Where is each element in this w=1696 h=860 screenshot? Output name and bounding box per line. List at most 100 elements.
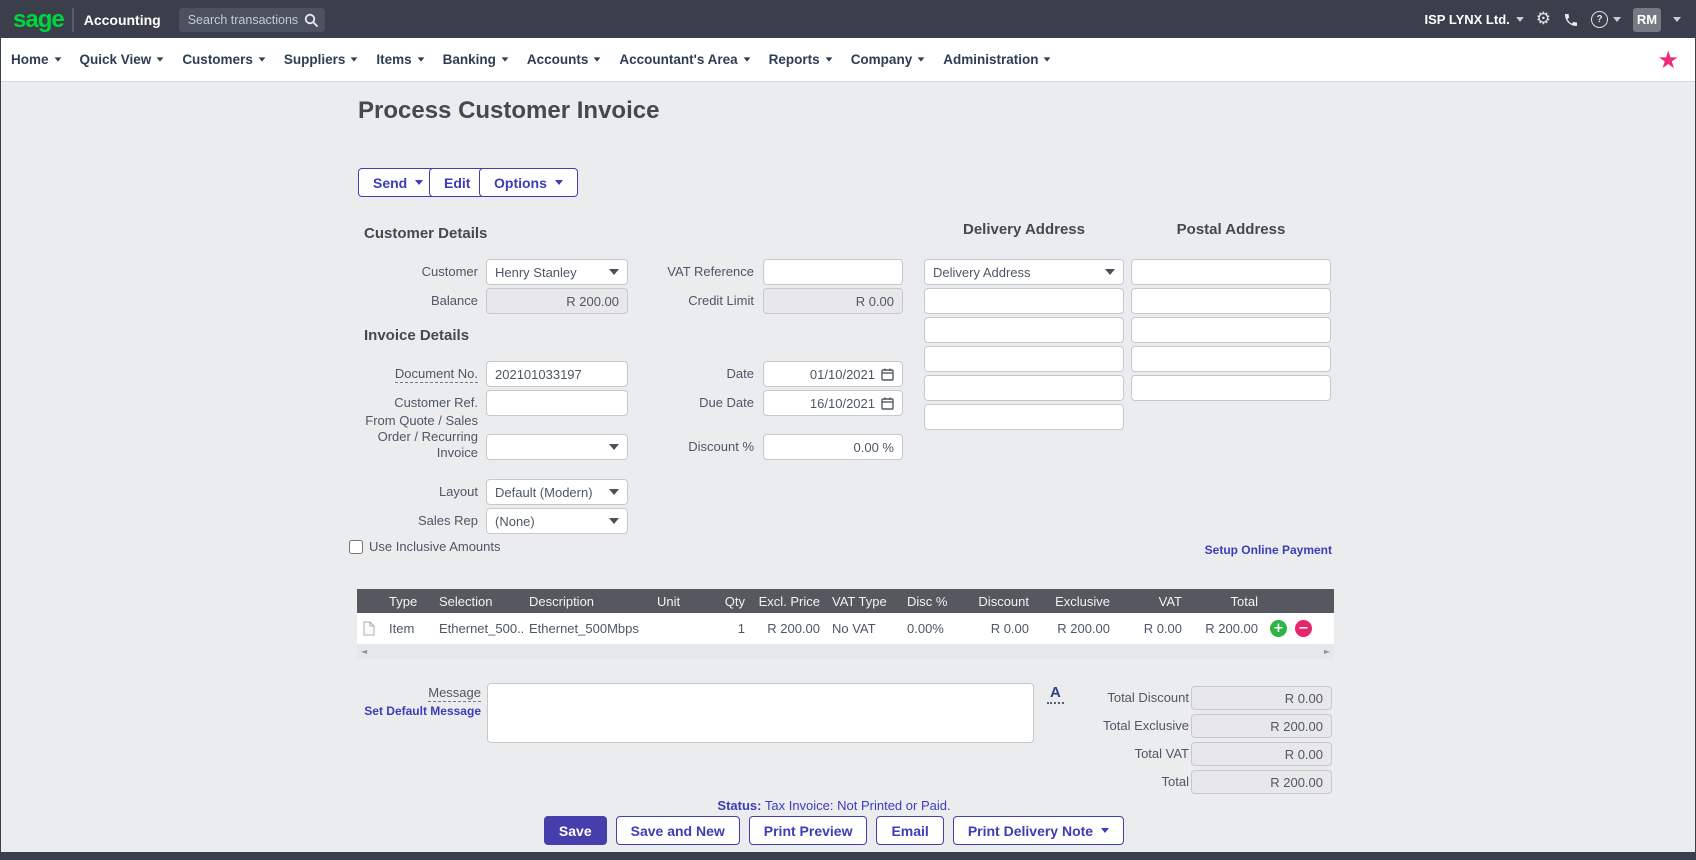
favorite-star-icon[interactable]: ★ [1657,48,1679,72]
document-no-field[interactable] [486,361,628,387]
options-button[interactable]: Options [479,168,578,197]
delivery-address-line-3-input[interactable] [933,351,1115,367]
sage-logo[interactable]: sage [13,6,65,34]
nav-item-banking[interactable]: Banking [443,52,509,67]
cell-disc-pct[interactable]: 0.00% [901,613,963,644]
cell-vat-type[interactable]: No VAT [826,613,901,644]
from-quote-select[interactable] [486,434,628,460]
cell-selection[interactable]: Ethernet_500... [433,613,523,644]
chevron-down-icon [1613,17,1621,22]
use-inclusive-checkbox[interactable]: Use Inclusive Amounts [349,539,501,554]
page-title: Process Customer Invoice [358,97,660,124]
save-and-new-button[interactable]: Save and New [615,816,740,845]
postal-address-line-3[interactable] [1131,317,1331,343]
column-header-total: Total [1230,593,1258,609]
cell-total[interactable]: R 200.00 [1188,613,1264,644]
postal-address-line-4-input[interactable] [1140,351,1322,367]
delivery-address-line-4[interactable] [924,375,1124,401]
postal-address-line-5-input[interactable] [1140,380,1322,396]
delivery-address-line-2-input[interactable] [933,322,1115,338]
setup-online-payment-link[interactable]: Setup Online Payment [1031,543,1332,557]
chevron-down-icon [609,489,619,495]
cell-unit[interactable] [651,613,711,644]
print-delivery-note-button[interactable]: Print Delivery Note [952,816,1125,845]
send-button[interactable]: Send [358,168,439,197]
table-hscrollbar[interactable]: ◄ ► [357,644,1334,659]
delivery-address-line-1[interactable] [924,288,1124,314]
email-button[interactable]: Email [876,816,944,845]
layout-select[interactable]: Default (Modern) [486,479,628,505]
scroll-left-icon[interactable]: ◄ [361,647,367,656]
postal-address-line-3-input[interactable] [1140,322,1322,338]
chevron-down-icon [825,57,833,62]
set-default-message-link[interactable]: Set Default Message [340,704,481,718]
nav-item-accountants-area[interactable]: Accountant's Area [619,52,751,67]
postal-address-line-2[interactable] [1131,288,1331,314]
cell-discount[interactable]: R 0.00 [963,613,1035,644]
discount-field[interactable]: 0.00 % [763,434,903,460]
search-input[interactable] [185,11,304,28]
document-icon [363,621,375,636]
add-line-button[interactable]: + [1270,620,1287,637]
document-no-input[interactable] [495,366,619,382]
search-box[interactable] [178,7,325,32]
postal-address-line-1[interactable] [1131,259,1331,285]
bottom-bar [1,852,1695,859]
customer-ref-field[interactable] [486,390,628,416]
save-button[interactable]: Save [543,816,607,845]
date-input[interactable]: 01/10/2021 [763,361,903,387]
nav-item-company[interactable]: Company [851,52,926,67]
total-discount-label: Total Discount [1107,690,1189,705]
nav-item-reports[interactable]: Reports [769,52,833,67]
postal-address-line-1-input[interactable] [1140,264,1322,280]
delivery-address-line-1-input[interactable] [933,293,1115,309]
gear-icon[interactable]: ⚙ [1536,11,1551,28]
message-textarea[interactable] [487,683,1034,743]
cell-type[interactable]: Item [383,613,433,644]
delivery-address-type-select[interactable]: Delivery Address [924,259,1124,285]
table-row[interactable]: Item Ethernet_500... Ethernet_500Mbps 1 … [357,613,1334,644]
help-menu[interactable]: ? [1591,11,1621,28]
edit-button[interactable]: Edit [429,168,486,197]
postal-address-line-5[interactable] [1131,375,1331,401]
calendar-icon[interactable] [881,397,894,410]
scroll-right-icon[interactable]: ► [1324,647,1330,656]
phone-icon[interactable] [1563,12,1579,28]
cell-exclusive[interactable]: R 200.00 [1035,613,1116,644]
cell-description[interactable]: Ethernet_500Mbps [523,613,651,644]
sales-rep-select[interactable]: (None) [486,508,628,534]
nav-item-suppliers[interactable]: Suppliers [284,52,359,67]
delivery-address-line-3[interactable] [924,346,1124,372]
nav-item-administration[interactable]: Administration [943,52,1051,67]
search-icon[interactable] [304,13,318,27]
remove-line-button[interactable]: − [1295,620,1312,637]
cell-excl-price[interactable]: R 200.00 [751,613,826,644]
nav-item-items[interactable]: Items [376,52,425,67]
user-menu-caret[interactable] [1673,17,1681,22]
delivery-address-line-4-input[interactable] [933,380,1115,396]
delivery-address-line-5[interactable] [924,404,1124,430]
user-avatar[interactable]: RM [1633,7,1661,32]
delivery-address-line-5-input[interactable] [933,409,1115,425]
from-quote-label: From Quote / Sales Order / Recurring Inv… [365,413,478,460]
postal-address-line-4[interactable] [1131,346,1331,372]
postal-address-line-2-input[interactable] [1140,293,1322,309]
use-inclusive-checkbox-input[interactable] [349,539,363,554]
customer-select[interactable]: Henry Stanley [486,259,628,285]
nav-item-quick-view[interactable]: Quick View [80,52,165,67]
company-selector[interactable]: ISP LYNX Ltd. [1425,12,1524,27]
cell-vat[interactable]: R 0.00 [1116,613,1188,644]
nav-item-customers[interactable]: Customers [182,52,266,67]
vat-reference-input[interactable] [772,264,894,280]
delivery-address-line-2[interactable] [924,317,1124,343]
cell-qty[interactable]: 1 [711,613,751,644]
nav-item-accounts[interactable]: Accounts [527,52,602,67]
vat-reference-field[interactable] [763,259,903,285]
print-preview-button[interactable]: Print Preview [748,816,868,845]
nav-item-home[interactable]: Home [11,52,62,67]
product-name: Accounting [83,11,161,28]
customer-ref-input[interactable] [495,395,619,411]
calendar-icon[interactable] [881,368,894,381]
column-header-disc-pct: Disc % [907,593,948,609]
due-date-input[interactable]: 16/10/2021 [763,390,903,416]
